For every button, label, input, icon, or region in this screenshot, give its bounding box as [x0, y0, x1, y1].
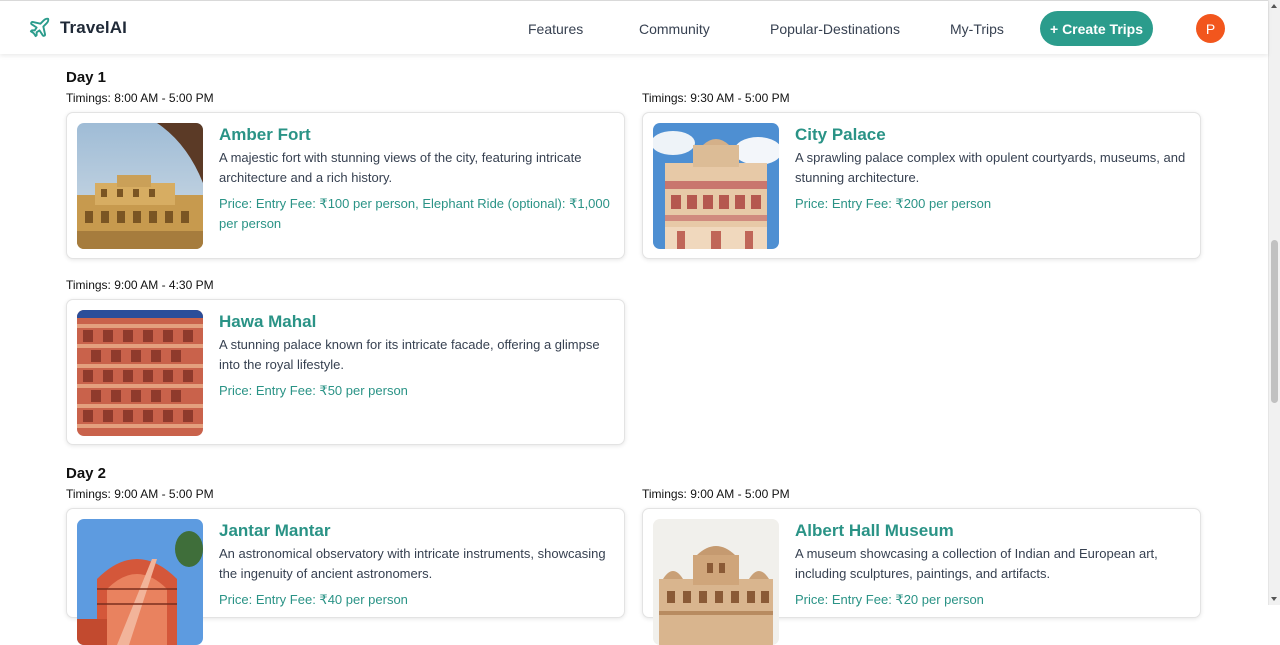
place-name: Jantar Mantar: [219, 521, 331, 540]
place-description: A majestic fort with stunning views of t…: [219, 150, 582, 185]
scrollbar-thumb[interactable]: [1271, 240, 1278, 403]
scroll-down-arrow-icon[interactable]: [1270, 595, 1278, 603]
place-image-jantar-mantar: [77, 519, 203, 645]
place-price: Price: Entry Fee: ₹40 per person: [219, 592, 408, 607]
place-image-hawa-mahal: [77, 310, 203, 436]
place-card-hawa-mahal[interactable]: Hawa Mahal A stunning palace known for i…: [66, 299, 625, 445]
place-name: Albert Hall Museum: [795, 521, 954, 540]
place-name: City Palace: [795, 125, 886, 144]
place-card-albert-hall-museum[interactable]: Albert Hall Museum A museum showcasing a…: [642, 508, 1201, 645]
place-timing: Timings: 9:30 AM - 5:00 PM: [642, 91, 790, 105]
place-name: Hawa Mahal: [219, 312, 317, 331]
nav-link-my-trips[interactable]: My-Trips: [950, 21, 1004, 37]
user-avatar[interactable]: P: [1196, 14, 1225, 43]
day-title: Day 1: [66, 69, 107, 86]
place-timing: Timings: 9:00 AM - 5:00 PM: [66, 487, 214, 501]
place-price: Price: Entry Fee: ₹20 per person: [795, 592, 984, 607]
place-card-city-palace[interactable]: City Palace A sprawling palace complex w…: [642, 112, 1201, 259]
top-navbar: TravelAI Features Community Popular-Dest…: [0, 0, 1268, 54]
place-description: A sprawling palace complex with opulent …: [795, 150, 1186, 185]
place-image-city-palace: [653, 123, 779, 249]
scroll-up-arrow-icon[interactable]: [1270, 2, 1278, 10]
place-timing: Timings: 9:00 AM - 5:00 PM: [642, 487, 790, 501]
brand-name: TravelAI: [60, 17, 127, 37]
place-price: Price: Entry Fee: ₹100 per person, Eleph…: [219, 196, 610, 231]
brand-logo[interactable]: TravelAI: [28, 16, 127, 39]
plane-icon: [29, 17, 50, 38]
place-timing: Timings: 8:00 AM - 5:00 PM: [66, 91, 214, 105]
place-price: Price: Entry Fee: ₹200 per person: [795, 196, 992, 211]
place-description: An astronomical observatory with intrica…: [219, 546, 606, 581]
place-timing: Timings: 9:00 AM - 4:30 PM: [66, 278, 214, 292]
place-description: A stunning palace known for its intricat…: [219, 337, 600, 372]
place-card-jantar-mantar[interactable]: Jantar Mantar An astronomical observator…: [66, 508, 625, 645]
place-description: A museum showcasing a collection of Indi…: [795, 546, 1158, 581]
place-price: Price: Entry Fee: ₹50 per person: [219, 383, 408, 398]
nav-link-features[interactable]: Features: [528, 21, 583, 37]
day-title: Day 2: [66, 465, 107, 482]
place-card-amber-fort[interactable]: Amber Fort A majestic fort with stunning…: [66, 112, 625, 259]
nav-link-popular-destinations[interactable]: Popular-Destinations: [770, 21, 900, 37]
place-image-amber-fort: [77, 123, 203, 249]
nav-link-community[interactable]: Community: [639, 21, 710, 37]
place-image-albert-hall-museum: [653, 519, 779, 645]
place-name: Amber Fort: [219, 125, 311, 144]
create-trips-button[interactable]: + Create Trips: [1040, 11, 1153, 46]
